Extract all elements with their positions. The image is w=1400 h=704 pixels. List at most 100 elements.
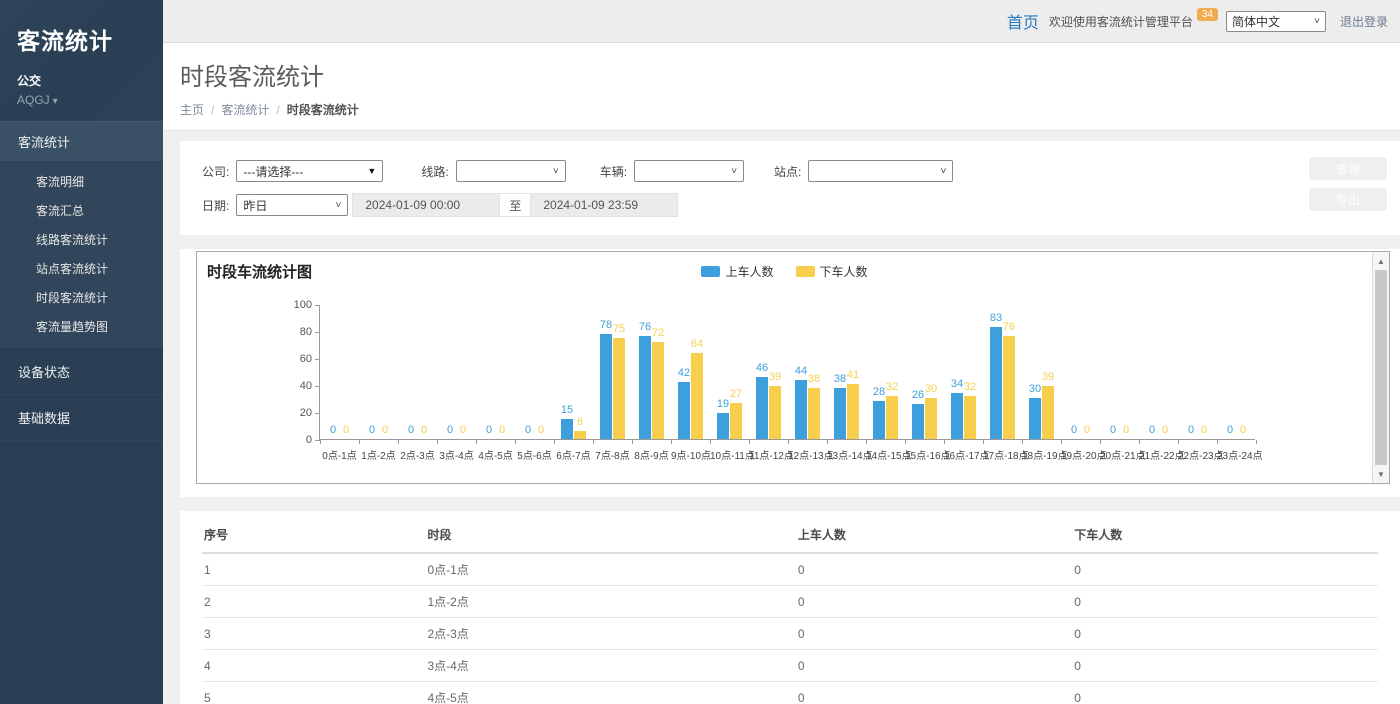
- bar-value-label: 0: [1162, 424, 1168, 436]
- legend-item[interactable]: 上车人数: [701, 263, 773, 280]
- sidebar-item[interactable]: 时段客流统计: [0, 283, 163, 312]
- sidebar-section[interactable]: 基础数据: [0, 395, 163, 441]
- table-body: 10点-1点0021点-2点0032点-3点0043点-4点0054点-5点00…: [202, 553, 1378, 704]
- home-link[interactable]: 首页: [1007, 9, 1039, 33]
- bar-value-label: 41: [847, 369, 859, 381]
- table-row: 43点-4点00: [202, 650, 1378, 682]
- chart-bar: [756, 377, 768, 439]
- company-select[interactable]: ---请选择--- ▼: [236, 160, 383, 182]
- bar-value-label: 32: [964, 381, 976, 393]
- x-axis-category-label: 0点-1点: [320, 447, 359, 462]
- chart-bar: [912, 404, 924, 439]
- org-name: 公交: [17, 72, 163, 89]
- chart-bar: [561, 419, 573, 439]
- bar-value-label: 0: [382, 424, 388, 436]
- query-button[interactable]: 查询: [1309, 157, 1387, 180]
- language-select[interactable]: 简体中文 ˅: [1226, 11, 1326, 32]
- x-axis-category-label: 4点-5点: [476, 447, 515, 462]
- bar-value-label: 0: [1123, 424, 1129, 436]
- table-cell: 0: [1072, 586, 1378, 618]
- breadcrumb-item[interactable]: 主页: [180, 103, 204, 117]
- table-cell: 0: [1072, 618, 1378, 650]
- table-cell: 0: [796, 618, 1072, 650]
- y-axis-tick-label: 20: [274, 407, 312, 419]
- bar-value-label: 0: [330, 424, 336, 436]
- scroll-up-icon[interactable]: ▲: [1373, 253, 1389, 269]
- y-axis-tick-label: 80: [274, 326, 312, 338]
- sidebar-item[interactable]: 线路客流统计: [0, 225, 163, 254]
- x-axis-category-label: 5点-6点: [515, 447, 554, 462]
- x-axis-tick: [476, 440, 477, 444]
- sidebar-item[interactable]: 客流明细: [0, 167, 163, 196]
- bar-value-label: 0: [525, 424, 531, 436]
- x-axis-tick: [437, 440, 438, 444]
- filter-row-2: 日期: 昨日 ˅ 2024-01-09 00:00 至 2024-01-09 2…: [202, 193, 1290, 217]
- sidebar-section-passenger-stats[interactable]: 客流统计: [0, 121, 163, 162]
- chart-bar: [613, 338, 625, 439]
- sidebar-section[interactable]: 设备状态: [0, 349, 163, 395]
- sidebar-header: 客流统计 公交 AQGJ▾: [0, 0, 163, 121]
- export-button[interactable]: 导出: [1309, 188, 1387, 211]
- breadcrumb-item[interactable]: 客流统计: [221, 103, 269, 117]
- bar-value-label: 34: [951, 378, 963, 390]
- x-axis-tick: [359, 440, 360, 444]
- chart-bar: [990, 327, 1002, 439]
- scrollbar-thumb[interactable]: [1375, 270, 1387, 465]
- line-select[interactable]: ˅: [456, 160, 566, 182]
- x-axis-category-label: 14点-15点: [866, 447, 905, 462]
- bar-value-label: 76: [1003, 321, 1015, 333]
- x-axis-category-label: 1点-2点: [359, 447, 398, 462]
- scroll-down-icon[interactable]: ▼: [1373, 466, 1389, 482]
- chart-bar: [574, 431, 586, 439]
- table-row: 21点-2点00: [202, 586, 1378, 618]
- chart-bar: [1003, 336, 1015, 439]
- table-cell: 2: [202, 586, 425, 618]
- table-card: 序号时段上车人数下车人数 10点-1点0021点-2点0032点-3点0043点…: [180, 511, 1400, 704]
- bar-value-label: 0: [1227, 424, 1233, 436]
- date-preset-select[interactable]: 昨日 ˅: [236, 194, 348, 216]
- x-axis-tick: [749, 440, 750, 444]
- x-axis-tick: [944, 440, 945, 444]
- stats-table: 序号时段上车人数下车人数 10点-1点0021点-2点0032点-3点0043点…: [202, 517, 1378, 704]
- x-axis-category-label: 13点-14点: [827, 447, 866, 462]
- y-axis-tick: [315, 413, 320, 414]
- table-cell: 1点-2点: [425, 586, 795, 618]
- chart-bar: [847, 384, 859, 439]
- sidebar-item[interactable]: 站点客流统计: [0, 254, 163, 283]
- end-datetime-input[interactable]: 2024-01-09 23:59: [530, 193, 678, 217]
- bar-value-label: 0: [408, 424, 414, 436]
- chart-legend: 上车人数 下车人数: [197, 263, 1372, 280]
- main-area: 首页 欢迎使用客流统计管理平台 34 简体中文 ˅ 退出登录 时段客流统计 主页…: [163, 0, 1400, 704]
- sidebar-item[interactable]: 客流量趋势图: [0, 312, 163, 341]
- bar-value-label: 0: [486, 424, 492, 436]
- start-datetime-input[interactable]: 2024-01-09 00:00: [352, 193, 500, 217]
- chart-bar: [769, 386, 781, 439]
- user-dropdown[interactable]: AQGJ▾: [17, 93, 163, 107]
- x-axis-tick: [983, 440, 984, 444]
- user-name: AQGJ: [17, 93, 50, 107]
- table-header-cell: 上车人数: [796, 517, 1072, 553]
- x-axis-category-label: 17点-18点: [983, 447, 1022, 462]
- bar-value-label: 30: [925, 383, 937, 395]
- legend-item[interactable]: 下车人数: [796, 263, 868, 280]
- table-row: 54点-5点00: [202, 682, 1378, 704]
- chart-bar: [730, 403, 742, 439]
- chart-bar: [600, 334, 612, 439]
- filter-panel: 公司: ---请选择--- ▼ 线路: ˅ 车辆: ˅ 站点:: [180, 141, 1400, 235]
- table-cell: 1: [202, 553, 425, 586]
- content: 公司: ---请选择--- ▼ 线路: ˅ 车辆: ˅ 站点:: [163, 131, 1400, 704]
- legend-swatch: [796, 266, 815, 277]
- y-axis-tick: [315, 386, 320, 387]
- x-axis-tick: [1217, 440, 1218, 444]
- sidebar-item[interactable]: 客流汇总: [0, 196, 163, 225]
- chart-bar: [886, 396, 898, 439]
- y-axis-tick-label: 60: [274, 353, 312, 365]
- vehicle-select[interactable]: ˅: [634, 160, 744, 182]
- station-select[interactable]: ˅: [808, 160, 953, 182]
- bar-value-label: 6: [577, 416, 583, 428]
- logout-link[interactable]: 退出登录: [1340, 13, 1388, 30]
- chart-plot: 0204060801000点-1点001点-2点002点-3点003点-4点00…: [319, 305, 1255, 440]
- select-triangle-icon: ▼: [367, 166, 376, 176]
- range-to-label: 至: [500, 193, 530, 217]
- table-cell: 3点-4点: [425, 650, 795, 682]
